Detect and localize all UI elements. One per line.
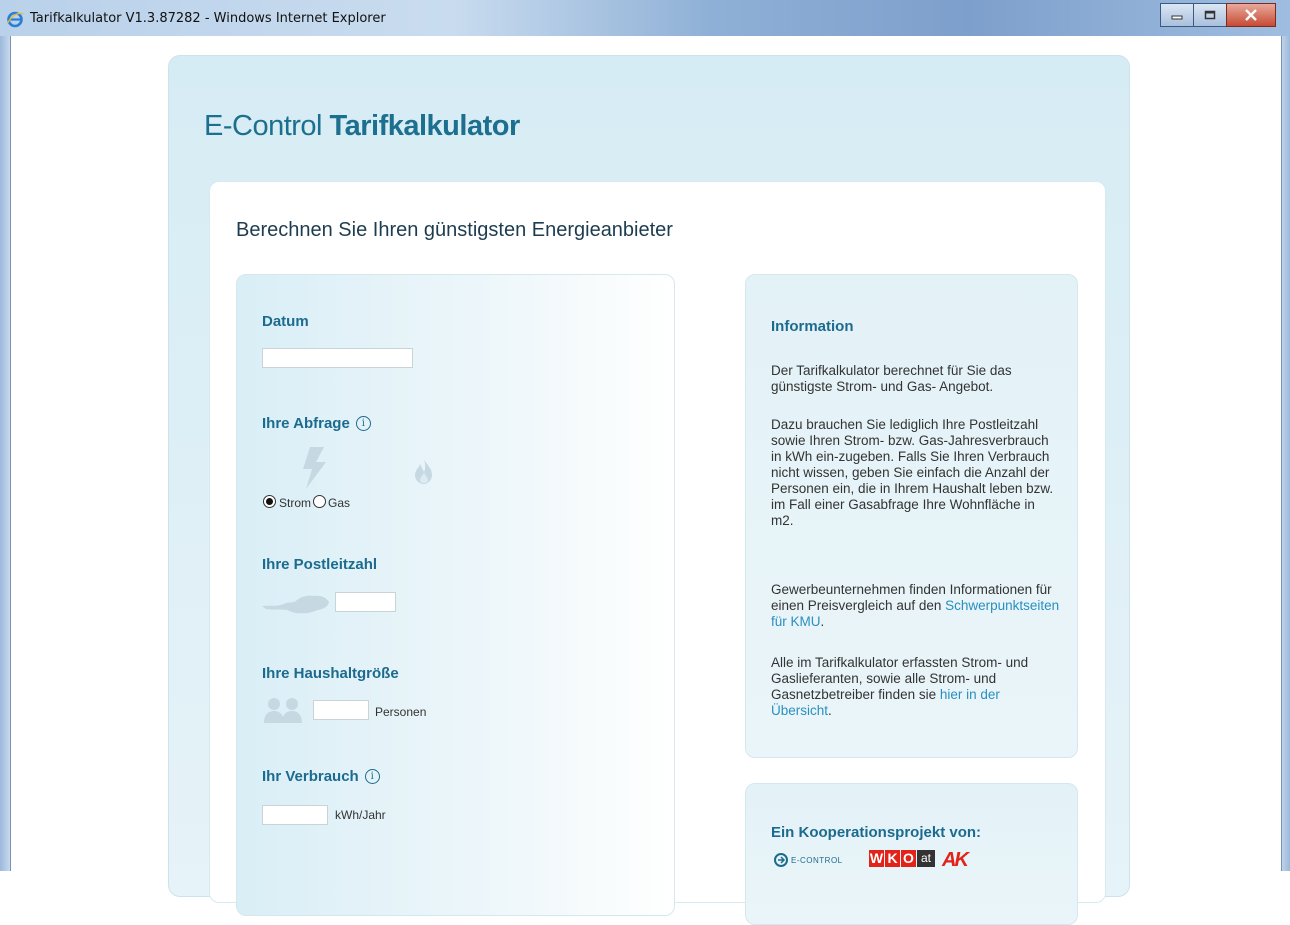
personen-unit: Personen — [375, 705, 427, 719]
verbrauch-unit: kWh/Jahr — [335, 808, 386, 822]
info-p4-end: . — [828, 703, 832, 718]
wko-letter-o: O — [901, 850, 916, 867]
personen-input[interactable] — [313, 700, 369, 720]
verbrauch-label: Ihr Verbrauch i — [262, 768, 380, 785]
austria-map-icon — [262, 595, 329, 614]
page-heading: Berechnen Sie Ihren günstigsten Energiea… — [236, 219, 673, 241]
persons-icon — [264, 698, 302, 723]
info-p3-end: . — [820, 614, 825, 629]
window-title: Tarifkalkulator V1.3.87282 - Windows Int… — [30, 11, 386, 26]
info-paragraph-1: Der Tarifkalkulator berechnet für Sie da… — [771, 363, 1012, 394]
brand-title: E-Control Tarifkalkulator — [204, 110, 520, 143]
maximize-button[interactable] — [1193, 3, 1227, 27]
plz-input[interactable] — [335, 592, 396, 612]
wko-letter-w: W — [869, 850, 884, 867]
econtrol-logo-icon — [774, 853, 788, 867]
minimize-button[interactable] — [1160, 3, 1194, 27]
minimize-icon — [1171, 15, 1183, 20]
wko-logo[interactable]: W K O at — [869, 850, 935, 867]
info-paragraph-3: Gewerbeunternehmen finden Informationen … — [771, 582, 1061, 630]
maximize-icon — [1204, 10, 1216, 20]
strom-lightning-icon — [303, 447, 326, 489]
econtrol-logo-text: E-CONTROL — [791, 855, 843, 865]
gas-radio[interactable] — [313, 495, 326, 508]
strom-radio[interactable] — [263, 495, 276, 508]
datum-label: Datum — [262, 313, 309, 330]
verbrauch-info-icon[interactable]: i — [364, 769, 380, 784]
info-paragraph-2: Dazu brauchen Sie lediglich Ihre Postlei… — [771, 417, 1054, 528]
info-paragraph-4: Alle im Tarifkalkulator erfassten Strom-… — [771, 655, 1061, 719]
gas-radio-label: Gas — [328, 496, 351, 510]
gas-flame-icon — [415, 458, 432, 484]
close-button[interactable] — [1226, 3, 1276, 27]
strom-radio-label: Strom — [279, 496, 312, 510]
abfrage-info-icon[interactable]: i — [355, 416, 371, 431]
abfrage-label-text: Ihre Abfrage — [262, 415, 350, 432]
internet-explorer-icon — [6, 11, 24, 28]
verbrauch-label-text: Ihr Verbrauch — [262, 768, 359, 785]
wko-letter-k: K — [885, 850, 900, 867]
econtrol-logo[interactable]: E-CONTROL — [774, 853, 843, 867]
window-controls — [1160, 3, 1276, 27]
abfrage-label: Ihre Abfrage i — [262, 415, 371, 432]
haushalt-label: Ihre Haushaltgröße — [262, 665, 399, 682]
wko-suffix: at — [917, 850, 935, 867]
plz-label: Ihre Postleitzahl — [262, 556, 378, 573]
window-frame-left — [0, 36, 10, 871]
info-title: Information — [771, 318, 854, 335]
close-icon — [1245, 9, 1257, 21]
window-titlebar: Tarifkalkulator V1.3.87282 - Windows Int… — [0, 0, 1290, 36]
brand-bold: Tarifkalkulator — [329, 110, 521, 142]
coop-title: Ein Kooperationsprojekt von: — [771, 824, 982, 841]
brand-light: E-Control — [204, 110, 330, 142]
verbrauch-input[interactable] — [262, 805, 328, 825]
ak-logo[interactable]: AK — [942, 849, 969, 872]
datum-input[interactable] — [262, 348, 413, 368]
